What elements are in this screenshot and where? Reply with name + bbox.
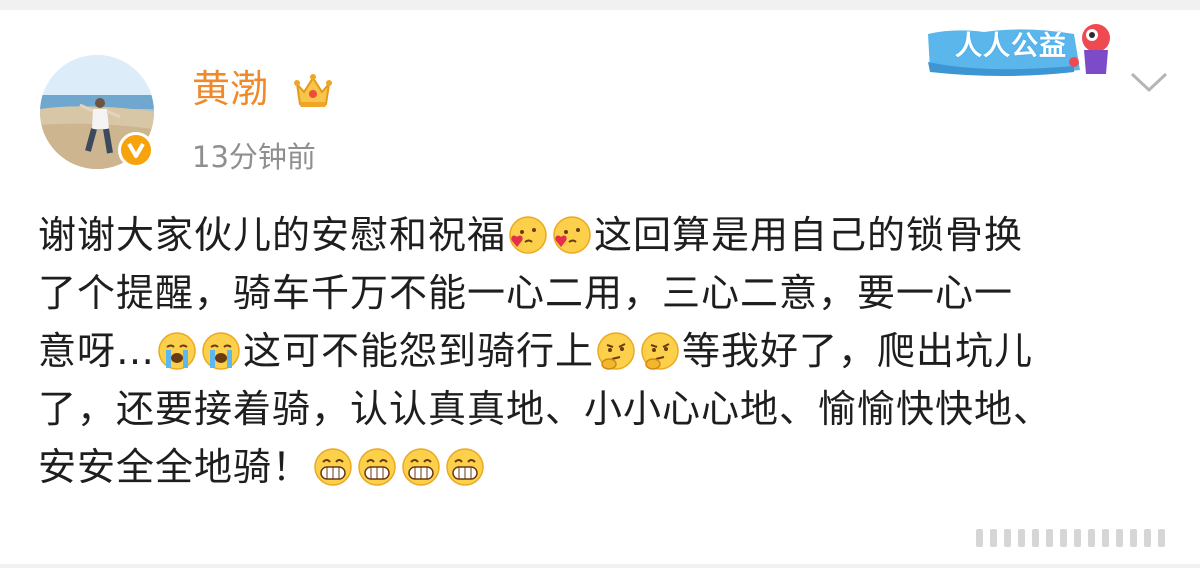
crown-icon [294, 74, 332, 107]
post-text: 这可不能怨到骑行上 [243, 329, 595, 373]
grin-emoji-icon [314, 448, 352, 486]
post-text: 了个提醒，骑车千万不能一心二用，三心二意，要一心一 [38, 271, 1014, 315]
cry-emoji-icon [202, 332, 240, 370]
post-line: 了，还要接着骑，认认真真地、小小心心地、愉愉快快地、 [38, 380, 1178, 438]
watermark-dots [976, 529, 1165, 547]
love-emoji-icon [553, 216, 591, 254]
post-line: 谢谢大家伙儿的安慰和祝福 这回算是用自己的锁骨换 [38, 206, 1178, 264]
post-time: 13分钟前 [192, 140, 316, 174]
post-text: 意呀… [38, 329, 156, 373]
bottom-divider [0, 564, 1200, 568]
post-body: 谢谢大家伙儿的安慰和祝福 这回算是用自己的锁骨换 了个提醒，骑车千万不能一心二用，… [38, 206, 1178, 496]
top-divider [0, 0, 1200, 10]
grin-emoji-icon [446, 448, 484, 486]
think-emoji-icon [597, 332, 635, 370]
love-emoji-icon [509, 216, 547, 254]
think-emoji-icon [641, 332, 679, 370]
post-text: 这回算是用自己的锁骨换 [594, 213, 1024, 257]
grin-emoji-icon [358, 448, 396, 486]
cry-emoji-icon [158, 332, 196, 370]
post-line: 意呀… 这可不能怨到骑行上 等我好了，爬出坑儿 [38, 322, 1178, 380]
chevron-down-icon[interactable] [1128, 68, 1170, 98]
author-name[interactable]: 黄渤 [192, 66, 268, 112]
post-text: 安安全全地骑！ [38, 445, 312, 489]
verified-v-icon [118, 132, 154, 168]
post-text: 等我好了，爬出坑儿 [682, 329, 1034, 373]
campaign-badge-label: 人人公益 [955, 31, 1067, 62]
post-text: 谢谢大家伙儿的安慰和祝福 [38, 213, 507, 257]
grin-emoji-icon [402, 448, 440, 486]
post-line: 安安全全地骑！ [38, 438, 1178, 496]
post-line: 了个提醒，骑车千万不能一心二用，三心二意，要一心一 [38, 264, 1178, 322]
post-text: 了，还要接着骑，认认真真地、小小心心地、愉愉快快地、 [38, 387, 1053, 431]
